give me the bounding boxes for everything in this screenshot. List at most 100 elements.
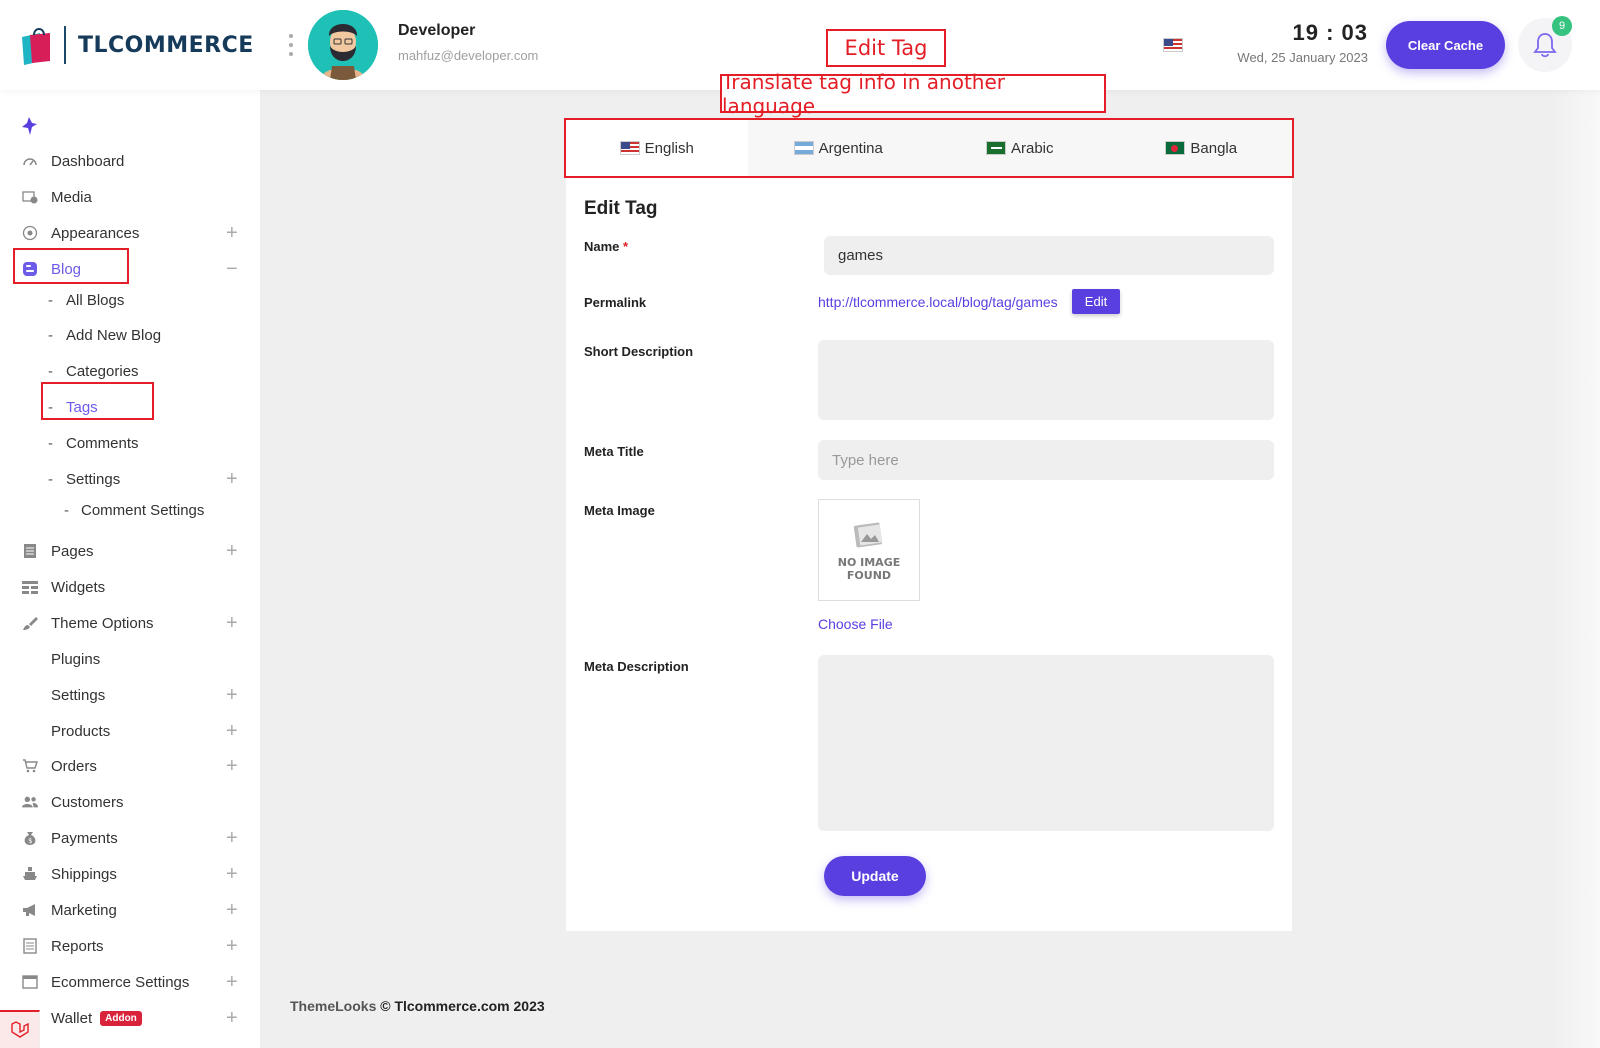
sidebar-item-label: Shippings <box>51 865 117 883</box>
meta-description-textarea[interactable] <box>818 655 1274 831</box>
expand-icon[interactable]: + <box>226 756 238 776</box>
name-input[interactable]: games <box>824 236 1274 275</box>
gauge-icon <box>22 154 38 168</box>
permalink-label: Permalink <box>584 295 647 310</box>
short-description-textarea[interactable] <box>818 340 1274 420</box>
sidebar-item-label: Settings <box>66 470 121 488</box>
expand-icon[interactable]: + <box>226 541 238 561</box>
sidebar-item-comments[interactable]: - Comments <box>0 428 260 458</box>
form-title: Edit Tag <box>584 198 658 219</box>
sidebar-item-theme-options[interactable]: Theme Options + <box>0 608 260 638</box>
no-image-text: NO IMAGE <box>837 556 901 569</box>
annotation-blog-box <box>13 248 129 284</box>
expand-icon[interactable]: + <box>226 223 238 243</box>
sidebar-item-ecommerce-settings[interactable]: Ecommerce Settings + <box>0 967 260 997</box>
sidebar-item-media[interactable]: Media <box>0 182 260 212</box>
bell-icon <box>1533 33 1557 58</box>
avatar[interactable] <box>308 10 378 80</box>
sidebar-item-label: Dashboard <box>51 152 125 170</box>
sidebar-item-widgets[interactable]: Widgets <box>0 572 260 602</box>
sidebar-item-label: Widgets <box>51 578 106 596</box>
meta-image-preview[interactable]: NO IMAGE FOUND <box>818 499 920 601</box>
us-flag-icon[interactable] <box>1163 38 1183 52</box>
expand-icon[interactable]: + <box>226 1008 238 1028</box>
tab-label: Bangla <box>1190 139 1238 157</box>
no-image-text: FOUND <box>846 569 892 582</box>
more-vertical-icon[interactable] <box>288 34 294 56</box>
required-asterisk: * <box>623 239 629 254</box>
sidebar-item-label: Marketing <box>51 901 117 919</box>
expand-icon[interactable]: + <box>226 613 238 633</box>
shopping-bag-logo-icon <box>22 28 50 65</box>
permalink-link[interactable]: http://tlcommerce.local/blog/tag/games <box>818 294 1058 310</box>
meta-title-label: Meta Title <box>584 444 644 459</box>
footer-brand[interactable]: ThemeLooks <box>290 998 376 1014</box>
language-tabs: English Argentina Arabic Bangla <box>566 120 1292 176</box>
scroll-shade <box>1550 90 1600 1048</box>
sidebar-item-label: Wallet <box>51 1009 93 1027</box>
sidebar-item-shippings[interactable]: Shippings + <box>0 859 260 889</box>
no-image-icon <box>853 522 883 548</box>
name-label: Name * <box>584 239 629 254</box>
user-name: Developer <box>398 22 476 39</box>
sidebar-item-label: Payments <box>51 829 118 847</box>
sidebar-item-label: Pages <box>51 542 94 560</box>
sidebar: Dashboard Media Appearances + Blog − - A… <box>0 90 260 1048</box>
sidebar-item-all-blogs[interactable]: - All Blogs <box>0 285 260 315</box>
laravel-icon[interactable] <box>0 1010 40 1048</box>
sidebar-item-settings[interactable]: Settings + <box>0 680 260 710</box>
expand-icon[interactable]: + <box>226 864 238 884</box>
expand-icon[interactable]: + <box>226 900 238 920</box>
sidebar-item-label: Comments <box>66 434 139 452</box>
sidebar-item-label: Customers <box>51 793 124 811</box>
sidebar-item-label: Appearances <box>51 224 140 242</box>
choose-file-link[interactable]: Choose File <box>818 616 893 632</box>
tab-argentina[interactable]: Argentina <box>748 120 930 176</box>
edit-tag-form: Edit Tag Name * games Permalink http://t… <box>566 178 1292 931</box>
permalink-edit-button[interactable]: Edit <box>1072 289 1120 314</box>
sidebar-item-blog-settings[interactable]: - Settings + <box>0 464 260 494</box>
sidebar-item-label: Add New Blog <box>66 326 162 344</box>
sidebar-item-dashboard[interactable]: Dashboard <box>0 146 260 176</box>
tab-arabic[interactable]: Arabic <box>929 120 1111 176</box>
expand-icon[interactable]: + <box>226 828 238 848</box>
clock-date: Wed, 25 January 2023 <box>1237 50 1368 65</box>
sidebar-item-payments[interactable]: $ Payments + <box>0 823 260 853</box>
argentina-flag-icon <box>793 141 814 155</box>
expand-icon[interactable]: + <box>226 936 238 956</box>
tab-label: Arabic <box>1010 139 1054 157</box>
sidebar-item-appearances[interactable]: Appearances + <box>0 218 260 248</box>
tab-label: English <box>644 139 694 157</box>
sidebar-item-comment-settings[interactable]: - Comment Settings <box>0 495 260 525</box>
expand-icon[interactable]: + <box>226 685 238 705</box>
meta-title-input[interactable]: Type here <box>818 440 1274 480</box>
sidebar-item-customers[interactable]: Customers <box>0 787 260 817</box>
expand-icon[interactable]: + <box>226 972 238 992</box>
sidebar-item-orders[interactable]: Orders + <box>0 751 260 781</box>
sidebar-item-label: Products <box>51 722 111 740</box>
svg-text:$: $ <box>28 837 32 845</box>
clear-cache-button[interactable]: Clear Cache <box>1386 21 1505 69</box>
bangladesh-flag-icon <box>1165 141 1186 155</box>
sidebar-item-marketing[interactable]: Marketing + <box>0 895 260 925</box>
sidebar-item-add-new-blog[interactable]: - Add New Blog <box>0 320 260 350</box>
report-icon <box>22 938 38 954</box>
sidebar-item-reports[interactable]: Reports + <box>0 931 260 961</box>
update-button[interactable]: Update <box>824 856 926 896</box>
expand-icon[interactable]: + <box>226 721 238 741</box>
logo-text: TLCOMMERCE <box>78 32 254 58</box>
collapse-icon[interactable]: − <box>226 259 238 279</box>
logo[interactable]: TLCOMMERCE <box>20 24 254 66</box>
tab-bangla[interactable]: Bangla <box>1111 120 1293 176</box>
pin-icon[interactable] <box>20 116 38 136</box>
notification-button[interactable]: 9 <box>1518 16 1572 72</box>
widgets-icon <box>22 580 38 594</box>
expand-icon[interactable]: + <box>226 469 238 489</box>
sidebar-item-products[interactable]: Products + <box>0 716 260 746</box>
sidebar-item-label: Media <box>51 188 92 206</box>
sidebar-item-plugins[interactable]: Plugins <box>0 644 260 674</box>
sidebar-item-pages[interactable]: Pages + <box>0 536 260 566</box>
tab-english[interactable]: English <box>566 120 748 176</box>
sidebar-item-label: Reports <box>51 937 104 955</box>
megaphone-icon <box>22 903 38 917</box>
